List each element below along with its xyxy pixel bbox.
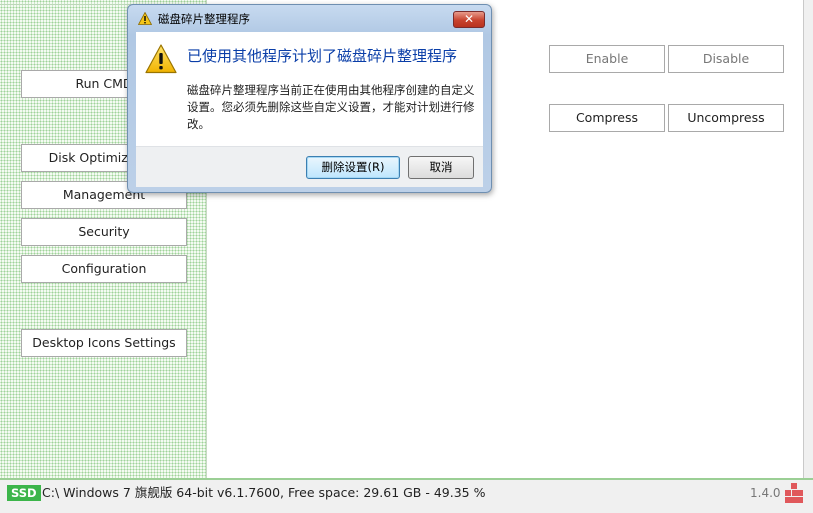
dialog-footer: 删除设置(R) 取消 <box>136 146 483 187</box>
dialog-message: 磁盘碎片整理程序当前正在使用由其他程序创建的自定义设置。您必须先删除这些自定义设… <box>187 83 475 131</box>
dialog-body: 已使用其他程序计划了磁盘碎片整理程序 磁盘碎片整理程序当前正在使用由其他程序创建… <box>136 32 483 146</box>
enable-button[interactable]: Enable <box>549 45 665 73</box>
desktop-icons-settings-button[interactable]: Desktop Icons Settings <box>21 329 187 357</box>
compress-button[interactable]: Compress <box>549 104 665 132</box>
close-button[interactable]: ✕ <box>453 11 485 28</box>
ssd-badge: SSD <box>7 485 41 501</box>
dialog-titlebar[interactable]: 磁盘碎片整理程序 ✕ <box>128 5 491 31</box>
configuration-button[interactable]: Configuration <box>21 255 187 283</box>
security-button[interactable]: Security <box>21 218 187 246</box>
warning-icon <box>138 12 152 25</box>
defrag-dialog: 磁盘碎片整理程序 ✕ 已使用其他程序计划了磁盘碎片整理程序 磁盘碎片整理程序当前… <box>127 4 492 193</box>
app-logo-icon <box>785 483 803 503</box>
disable-button[interactable]: Disable <box>668 45 784 73</box>
version-label: 1.4.0 <box>750 486 781 500</box>
warning-icon <box>145 44 177 74</box>
close-icon: ✕ <box>463 12 475 26</box>
uncompress-button[interactable]: Uncompress <box>668 104 784 132</box>
dialog-heading: 已使用其他程序计划了磁盘碎片整理程序 <box>187 47 458 65</box>
window-right-edge <box>803 0 813 480</box>
delete-settings-button[interactable]: 删除设置(R) <box>306 156 400 179</box>
dialog-title: 磁盘碎片整理程序 <box>158 12 250 26</box>
cancel-button[interactable]: 取消 <box>408 156 474 179</box>
status-bar: SSD C:\ Windows 7 旗舰版 64-bit v6.1.7600, … <box>0 481 813 513</box>
status-separator <box>0 478 813 480</box>
system-info-text: C:\ Windows 7 旗舰版 64-bit v6.1.7600, Free… <box>42 485 486 500</box>
